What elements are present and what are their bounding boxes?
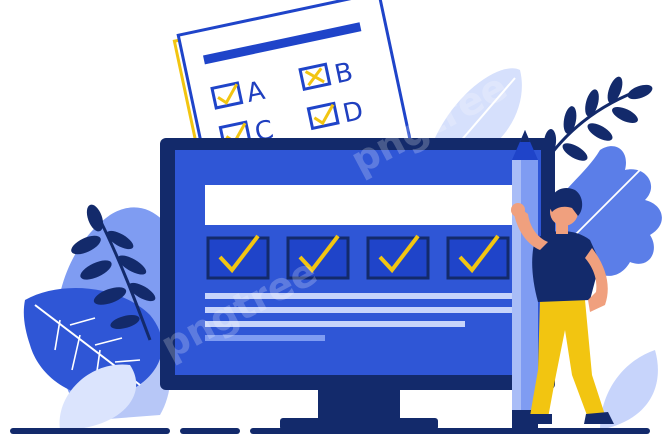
screen-header-bar [205,185,515,225]
test-illustration: A B C D pngtree pngtree [10,0,662,434]
screen-checkbox-4 [446,234,510,280]
ground [10,428,650,434]
person-hand-left [511,203,525,217]
screen-checkbox-3 [366,234,430,280]
monitor-neck [318,385,400,421]
screen-checkbox-1 [206,234,270,280]
monitor [160,138,555,430]
person-legs [530,300,605,418]
